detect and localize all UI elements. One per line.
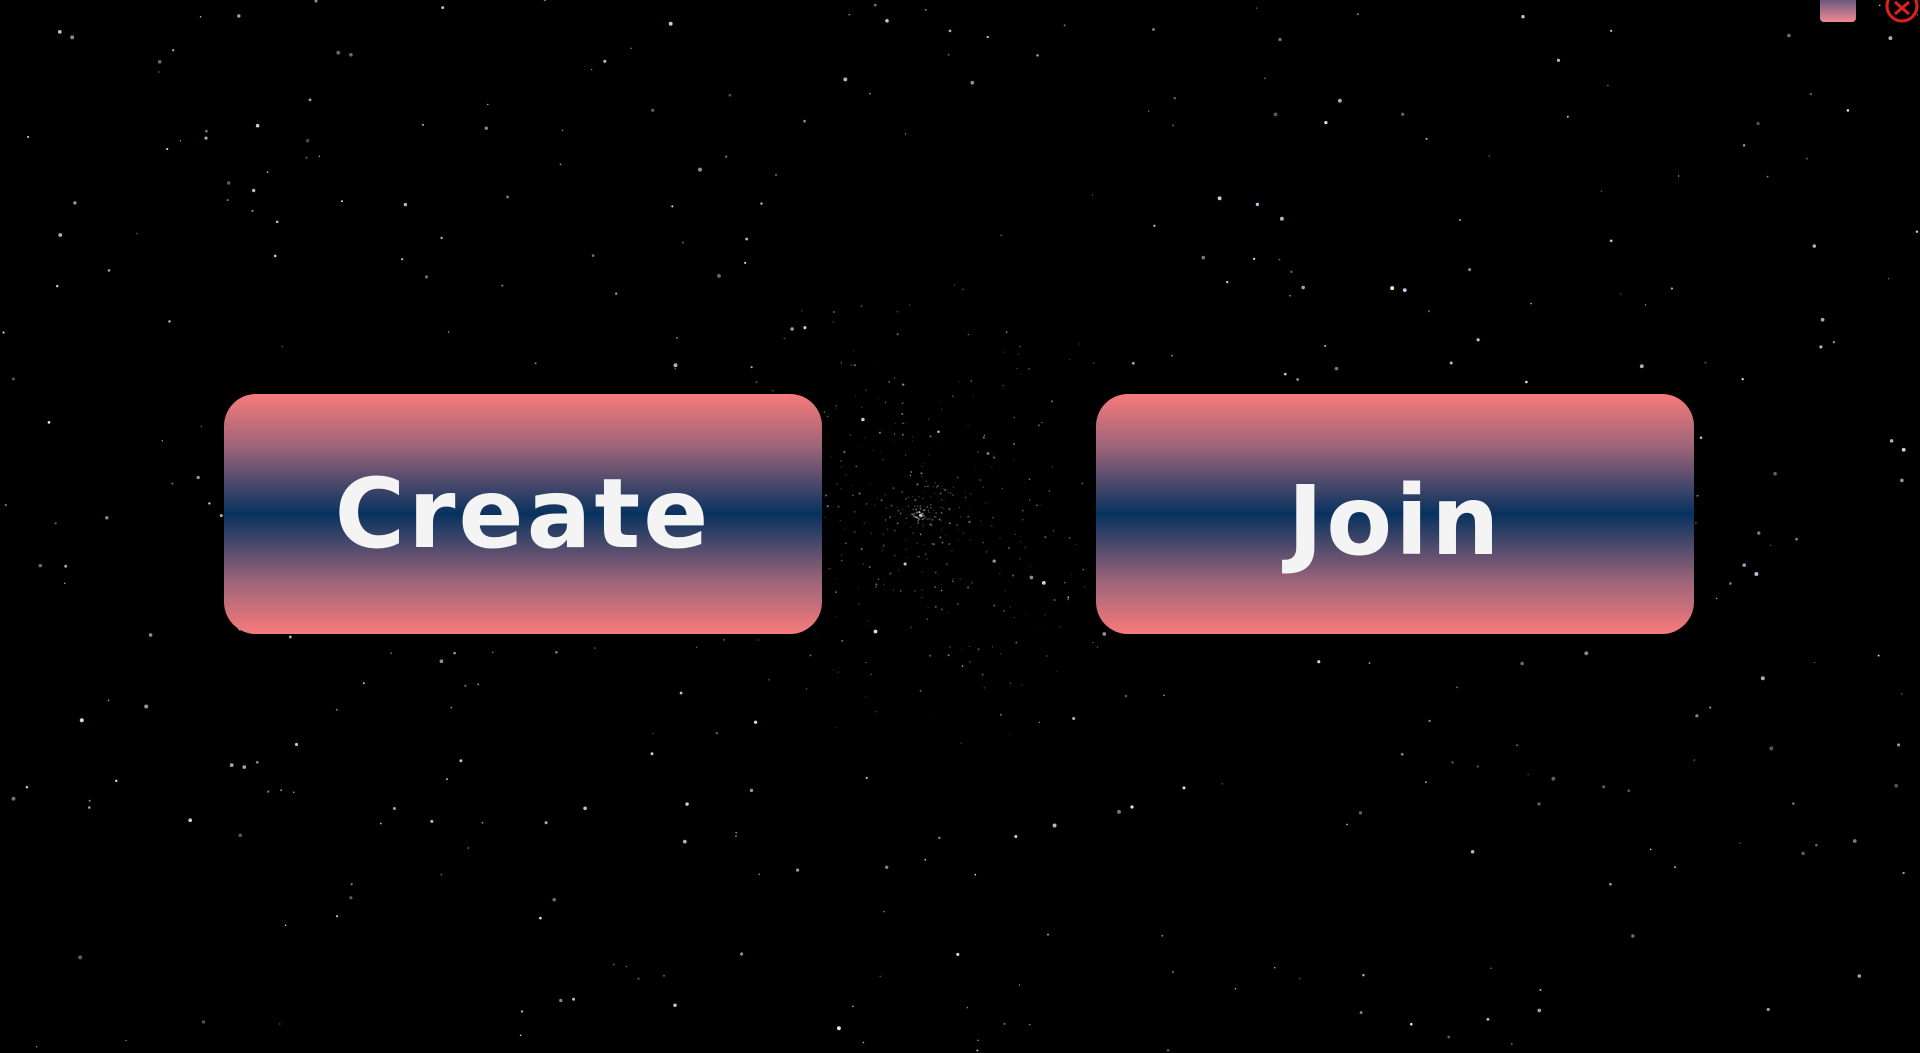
minimize-icon[interactable] xyxy=(1820,0,1856,22)
join-button[interactable]: Join xyxy=(1096,394,1694,634)
game-scene: Create Join xyxy=(0,0,1920,1053)
create-button[interactable]: Create xyxy=(224,394,822,634)
join-button-label: Join xyxy=(1287,465,1503,577)
create-button-label: Create xyxy=(334,458,712,570)
close-icon[interactable] xyxy=(1880,0,1920,24)
